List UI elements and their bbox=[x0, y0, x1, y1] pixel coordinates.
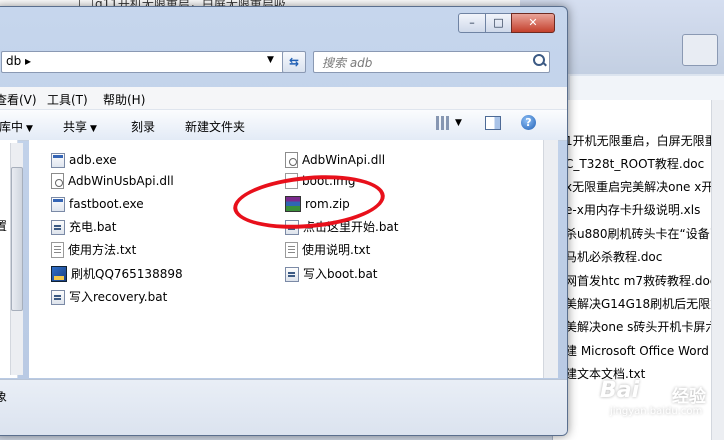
file-item[interactable]: 写入boot.bat bbox=[285, 264, 378, 284]
address-path: db ▸ bbox=[6, 54, 32, 68]
search-input[interactable]: 搜索 adb bbox=[313, 51, 550, 73]
chevron-down-icon[interactable]: ▼ bbox=[267, 55, 274, 65]
preview-pane-icon[interactable] bbox=[485, 116, 501, 130]
exe-file-icon bbox=[51, 153, 65, 168]
list-item[interactable]: 美解决one s砖头开机卡屏六行 bbox=[565, 316, 724, 339]
file-item[interactable]: 充电.bat bbox=[51, 217, 117, 237]
refresh-icon: ⇆ bbox=[288, 55, 300, 69]
file-item[interactable]: fastboot.exe bbox=[51, 194, 144, 214]
list-item[interactable]: x无限重启完美解决one x开 bbox=[565, 176, 713, 199]
menu-bar: 查看(V) 工具(T) 帮助(H) bbox=[0, 87, 567, 109]
view-options-icon[interactable] bbox=[436, 116, 450, 130]
text-file-icon bbox=[51, 242, 64, 258]
minimize-button[interactable]: – bbox=[458, 13, 486, 33]
batch-file-icon bbox=[51, 220, 65, 235]
file-item[interactable]: adb.exe bbox=[51, 150, 117, 170]
chevron-down-icon[interactable]: ▼ bbox=[455, 118, 462, 128]
search-icon[interactable] bbox=[533, 54, 545, 66]
help-icon[interactable]: ? bbox=[521, 115, 536, 130]
menu-help[interactable]: 帮助(H) bbox=[103, 91, 145, 108]
list-item[interactable]: 马机必杀教程.doc bbox=[565, 246, 662, 269]
dll-file-icon bbox=[51, 173, 64, 189]
dll-file-icon bbox=[285, 152, 298, 168]
address-bar[interactable]: db ▸ bbox=[1, 51, 285, 73]
menu-view[interactable]: 查看(V) bbox=[0, 91, 37, 108]
text-file-icon bbox=[285, 242, 298, 258]
list-item[interactable]: 杀u880刷机砖头卡在“设备已 bbox=[565, 223, 722, 246]
organize-button[interactable]: 库中 ▼ bbox=[0, 118, 33, 135]
navigation-item[interactable]: 置 bbox=[0, 217, 7, 234]
share-button[interactable]: 共享 ▼ bbox=[63, 118, 97, 135]
file-item[interactable]: AdbWinApi.dll bbox=[285, 150, 385, 170]
search-placeholder: 搜索 adb bbox=[322, 56, 373, 70]
command-bar: 库中 ▼ 共享 ▼ 刻录 新建文件夹 bbox=[0, 109, 567, 141]
list-item[interactable]: C_T328t_ROOT教程.doc bbox=[565, 153, 704, 176]
list-item[interactable]: 美解决G14G18刷机后无限重启 bbox=[565, 293, 724, 316]
maximize-button[interactable]: □ bbox=[485, 13, 512, 33]
list-item[interactable]: e-x用内存卡升级说明.xls bbox=[565, 199, 700, 222]
refresh-button[interactable]: ⇆ bbox=[282, 51, 306, 73]
watermark-url: jingyan.baidu.com bbox=[610, 406, 703, 417]
list-item[interactable]: 1开机无限重启，白屏无限重启 bbox=[565, 130, 724, 153]
status-bar: 象 bbox=[0, 379, 567, 435]
background-window-controls[interactable] bbox=[682, 34, 718, 66]
file-item[interactable]: 写入recovery.bat bbox=[51, 287, 167, 307]
list-item[interactable]: 网首发htc m7救砖教程.docx bbox=[565, 270, 724, 293]
baidu-watermark: Bai 经验 jingyan.baidu.com bbox=[600, 378, 720, 434]
flash-tool-icon bbox=[51, 266, 67, 282]
watermark-logo: Bai bbox=[600, 378, 640, 403]
chevron-down-icon: ▼ bbox=[90, 124, 97, 134]
file-item[interactable]: AdbWinUsbApi.dll bbox=[51, 171, 174, 191]
burn-button[interactable]: 刻录 bbox=[131, 118, 155, 135]
list-item[interactable]: 建 Microsoft Office Word 2 bbox=[565, 340, 720, 363]
batch-file-icon bbox=[51, 290, 65, 305]
new-folder-button[interactable]: 新建文件夹 bbox=[185, 118, 245, 135]
watermark-suffix: 经验 bbox=[672, 387, 706, 407]
file-item[interactable]: 刷机QQ765138898 bbox=[51, 264, 183, 284]
close-button[interactable]: ✕ bbox=[511, 13, 555, 33]
exe-file-icon bbox=[51, 197, 65, 212]
menu-tools[interactable]: 工具(T) bbox=[47, 91, 88, 108]
chevron-down-icon: ▼ bbox=[26, 124, 33, 134]
file-item[interactable]: 使用方法.txt bbox=[51, 240, 136, 260]
file-list-scrollbar[interactable] bbox=[543, 140, 558, 378]
file-item[interactable]: 使用说明.txt bbox=[285, 240, 370, 260]
status-text: 象 bbox=[0, 388, 7, 405]
batch-file-icon bbox=[285, 267, 299, 282]
background-window-toolbar bbox=[570, 76, 724, 103]
file-list: adb.exe AdbWinUsbApi.dll fastboot.exe 充电… bbox=[29, 140, 549, 378]
scrollbar-thumb[interactable] bbox=[11, 167, 23, 311]
